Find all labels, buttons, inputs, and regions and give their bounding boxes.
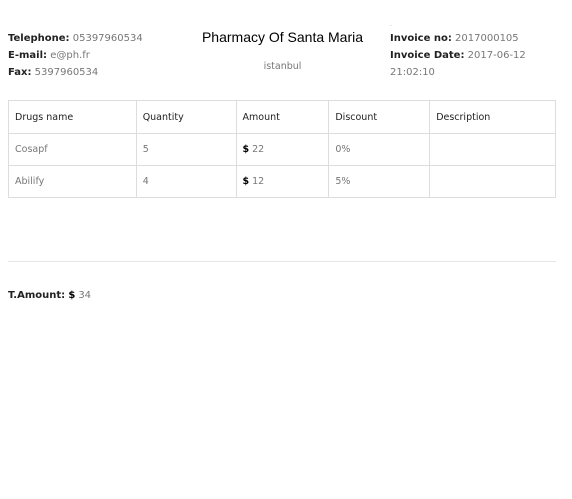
dollar-icon: $ <box>242 144 250 155</box>
drug-name-cell: Cosapf <box>8 133 137 166</box>
table-row: Abilify 4 $12 5% <box>8 165 556 198</box>
telephone-line: Telephone: 05397960534 <box>8 30 143 47</box>
invoice-date-line: Invoice Date: 2017-06-12 21:02:10 <box>390 47 572 81</box>
contact-info: Telephone: 05397960534 E-mail: e@ph.fr F… <box>8 30 143 81</box>
quantity-cell: 5 <box>135 133 237 166</box>
fax-label: Fax: <box>8 67 32 78</box>
column-header-discount: Discount <box>328 100 431 134</box>
column-header-drug-name: Drugs name <box>8 100 137 134</box>
email-label: E-mail: <box>8 50 48 61</box>
amount-value: 12 <box>252 176 265 187</box>
email-line: E-mail: e@ph.fr <box>8 47 143 64</box>
discount-cell: 5% <box>328 165 431 198</box>
invoice-date-label: Invoice Date: <box>390 50 465 61</box>
total-amount-label: T.Amount: <box>8 290 66 301</box>
header-mark: . <box>390 21 392 28</box>
dollar-icon: $ <box>242 176 250 187</box>
invoice-info: Invoice no: 2017000105 Invoice Date: 201… <box>390 30 572 81</box>
fax-line: Fax: 5397960534 <box>8 64 143 81</box>
total-amount-value: 34 <box>78 290 92 301</box>
table-row: Cosapf 5 $22 0% <box>8 133 556 166</box>
dollar-icon: $ <box>68 290 76 301</box>
pharmacy-city: istanbul <box>263 61 302 72</box>
divider <box>8 261 556 262</box>
amount-value: 22 <box>252 144 265 155</box>
quantity-cell: 4 <box>135 165 237 198</box>
discount-cell: 0% <box>328 133 431 166</box>
total-amount: T.Amount: $34 <box>8 290 91 301</box>
invoice-number-label: Invoice no: <box>390 33 452 44</box>
items-table: Drugs name Quantity Amount Discount Desc… <box>8 100 556 198</box>
column-header-amount: Amount <box>235 100 330 134</box>
column-header-description: Description <box>429 100 556 134</box>
invoice-number-line: Invoice no: 2017000105 <box>390 30 572 47</box>
amount-cell: $22 <box>235 133 330 166</box>
telephone-value: 05397960534 <box>72 33 143 44</box>
column-header-quantity: Quantity <box>135 100 237 134</box>
drug-name-cell: Abilify <box>8 165 137 198</box>
pharmacy-name: Pharmacy Of Santa Maria <box>201 29 364 45</box>
telephone-label: Telephone: <box>8 33 70 44</box>
description-cell <box>429 165 556 198</box>
amount-cell: $12 <box>235 165 330 198</box>
email-value: e@ph.fr <box>50 50 90 61</box>
description-cell <box>429 133 556 166</box>
invoice-number-value: 2017000105 <box>455 33 519 44</box>
table-header-row: Drugs name Quantity Amount Discount Desc… <box>8 100 556 134</box>
fax-value: 5397960534 <box>34 67 99 78</box>
